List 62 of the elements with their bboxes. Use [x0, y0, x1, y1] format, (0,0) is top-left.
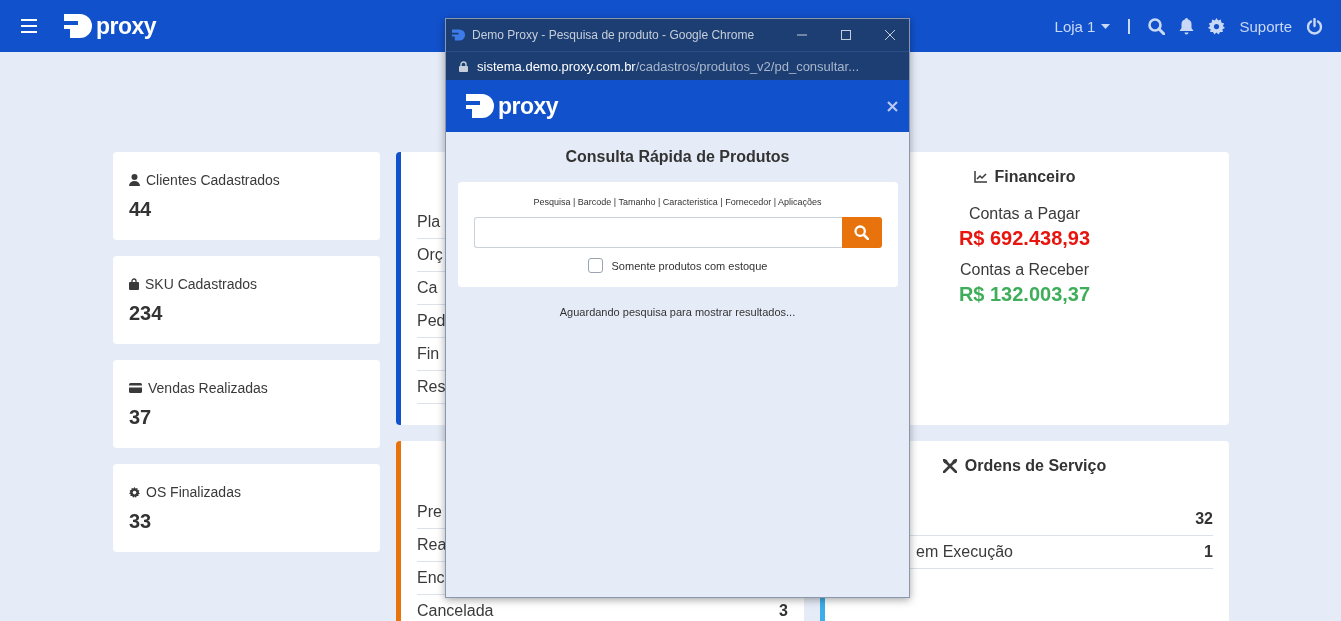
window-title: Demo Proxy - Pesquisa de produto - Google Chrome: [472, 28, 756, 42]
gear-icon: [129, 486, 140, 498]
tools-icon: [942, 459, 957, 473]
checkbox[interactable]: [587, 258, 603, 273]
finance-amount: R$ 132.003,37: [958, 282, 1091, 307]
search-icon: [854, 225, 869, 240]
logo-mark-icon: [466, 94, 496, 118]
bell-icon[interactable]: [1179, 17, 1195, 35]
row-label: Ca: [417, 279, 438, 297]
power-icon[interactable]: [1306, 17, 1323, 35]
search-modes-text: Pesquisa | Barcode | Tamanho | Caracteristica | Fornecedor | Aplicações: [533, 197, 822, 207]
line-chart-icon: [973, 171, 987, 183]
search-icon[interactable]: [1148, 17, 1166, 35]
close-icon[interactable]: [887, 100, 898, 112]
stat-label: SKU Cadastrados: [145, 276, 258, 292]
checkbox-label: Somente produtos com estoque: [611, 259, 768, 272]
address-bar[interactable]: sistema.demo.proxy.com.br/cadastros/produtos_v2/pd_consultar...: [446, 51, 909, 80]
support-link[interactable]: Suporte: [1239, 17, 1292, 35]
close-icon[interactable]: [885, 30, 895, 40]
row-label: Cancelada: [417, 602, 494, 620]
stat-value: 44: [129, 198, 153, 221]
stat-value: 33: [129, 510, 153, 533]
stat-value: 37: [129, 406, 153, 429]
row-label: Enc: [417, 569, 445, 587]
stat-label: OS Finalizadas: [146, 484, 241, 500]
finance-label: Contas a Receber: [960, 260, 1089, 280]
finance-label: Contas a Pagar: [968, 204, 1081, 224]
row-label: Res: [417, 378, 446, 396]
row-label: Ped: [417, 312, 446, 330]
stat-label: Clientes Cadastrados: [146, 172, 280, 188]
logo-text[interactable]: proxy: [96, 14, 157, 38]
url-text: sistema.demo.proxy.com.br/cadastros/produtos_v2/pd_consultar...: [477, 58, 859, 74]
logo-text: proxy: [498, 94, 559, 118]
card-icon: [129, 383, 142, 393]
lock-icon: [459, 60, 468, 72]
row-label: em Execução: [916, 543, 1013, 561]
store-dropdown[interactable]: Loja 1: [1054, 17, 1111, 35]
settings-icon[interactable]: [1208, 17, 1226, 35]
card-title: Financeiro: [994, 168, 1076, 186]
search-button[interactable]: [841, 217, 882, 248]
row-label: Pla: [417, 213, 441, 231]
stat-value: 234: [129, 302, 164, 325]
search-field[interactable]: [473, 217, 842, 248]
user-icon: [129, 174, 140, 186]
popup-heading: Consulta Rápida de Produtos: [565, 148, 790, 166]
app-icon: [452, 29, 466, 41]
card-title: Ordens de Serviço: [964, 457, 1107, 475]
finance-amount: R$ 692.438,93: [958, 226, 1091, 251]
row-label: Fin: [417, 345, 440, 363]
menu-icon[interactable]: [20, 19, 38, 33]
row-label: Orç: [417, 246, 443, 264]
row-value: 1: [1204, 543, 1213, 561]
caret-icon: [1101, 23, 1111, 29]
bag-icon: [129, 278, 139, 290]
row-label: Rea: [417, 536, 447, 554]
row-value: 3: [779, 602, 788, 620]
row-label: Pre: [417, 503, 442, 521]
maximize-icon[interactable]: [841, 30, 851, 40]
row-value: 32: [1195, 510, 1213, 528]
logo-mark-icon: [64, 14, 94, 38]
stat-label: Vendas Realizadas: [148, 380, 268, 396]
status-text: Aguardando pesquisa para mostrar resultados...: [559, 306, 796, 318]
